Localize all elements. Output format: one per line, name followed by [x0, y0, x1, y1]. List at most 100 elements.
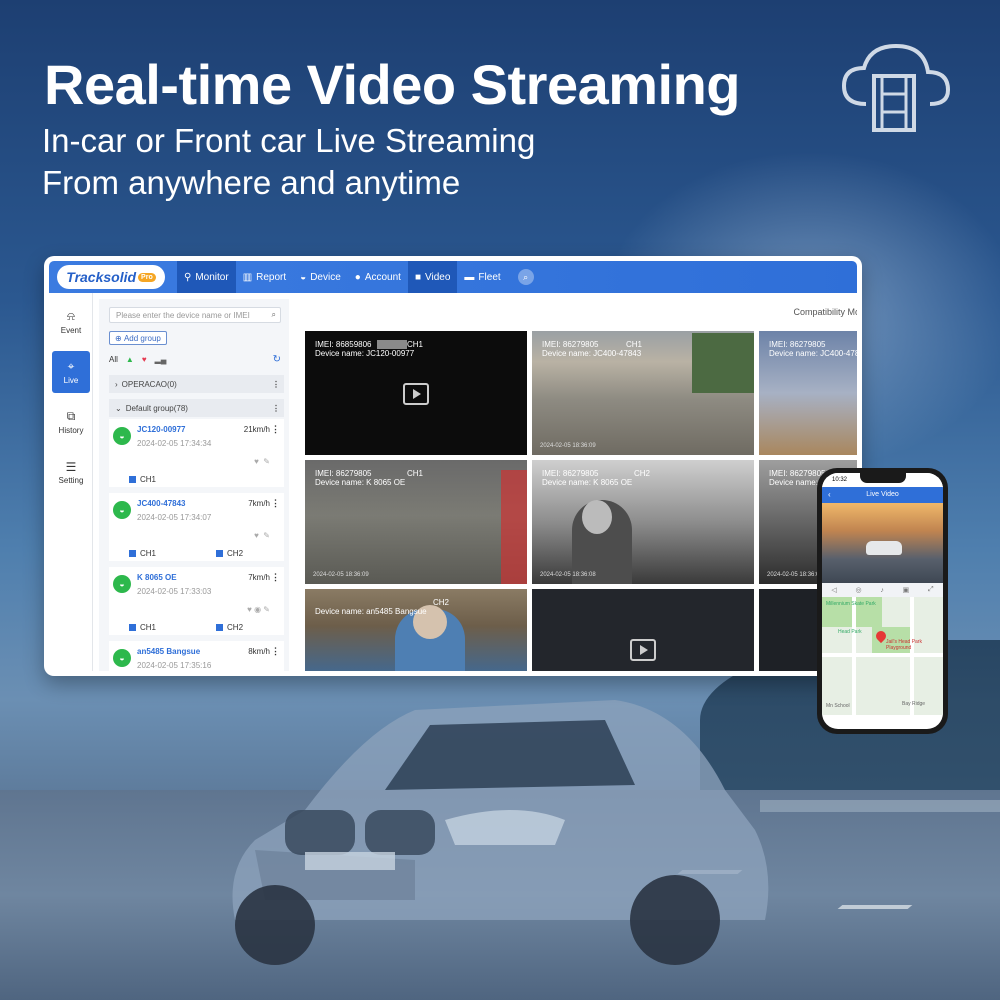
- nav-monitor[interactable]: ⚲ Monitor: [177, 261, 236, 293]
- sidebar-item-history[interactable]: ⧉ History: [49, 401, 93, 443]
- group-row-default[interactable]: ⌄ Default group(78) ⋮: [109, 399, 284, 417]
- group-label: Default group(78): [125, 403, 188, 413]
- group-row-operacao[interactable]: › OPERACAO(0) ⋮: [109, 375, 284, 393]
- road-line: [837, 905, 913, 909]
- phone-mockup: 10:32 ‹ Live Video ◁ ◎ ♪ ▣ ⤢ Millennium …: [817, 468, 948, 734]
- sidebar-item-setting[interactable]: ☰ Setting: [49, 451, 93, 493]
- tile-device-name: Device name: JC120-00977: [315, 349, 415, 358]
- channel-checkbox[interactable]: CH2: [216, 623, 243, 632]
- app-window: Tracksolid Pro ⚲ Monitor ▥ Report ◒ Device …: [44, 256, 862, 676]
- nav-label: Report: [256, 271, 287, 283]
- channel-checkbox[interactable]: CH1: [129, 549, 156, 558]
- heart-icon[interactable]: ♥: [142, 355, 147, 364]
- channel-list: CH1 CH2: [129, 549, 279, 558]
- device-name[interactable]: JC120-00977: [137, 425, 185, 434]
- filter-all[interactable]: All: [109, 355, 118, 364]
- left-sidebar: ⍾ Event ⌖ Live ⧉ History ☰ Setting: [49, 293, 93, 671]
- device-speed: 8km/h: [248, 647, 270, 656]
- nav-label: Fleet: [478, 271, 501, 283]
- tile-device-name: Device name: K 8065 OE: [542, 478, 633, 487]
- more-icon[interactable]: ⋮: [271, 498, 280, 509]
- play-icon[interactable]: [403, 383, 429, 405]
- phone-map[interactable]: Millennium Skate Park Head Park Jail's H…: [822, 597, 943, 715]
- channel-checkbox[interactable]: CH2: [216, 549, 243, 558]
- video-tile[interactable]: [532, 589, 754, 671]
- play-icon[interactable]: [630, 639, 656, 661]
- phone-live-video[interactable]: [822, 503, 943, 583]
- device-search-input[interactable]: Please enter the device name or IMEI ⌕: [109, 307, 281, 323]
- tile-timestamp: 2024-02-05 18:36:08: [767, 572, 823, 578]
- video-tile[interactable]: IMEI: 86279805 CH2 Device name: K 8065 O…: [532, 460, 754, 584]
- refresh-icon[interactable]: ↻: [273, 354, 281, 365]
- video-tile[interactable]: IMEI: 86279805 Device name: JC400-4784: [759, 331, 862, 455]
- video-tile[interactable]: IMEI: 86859806 CH1 Device name: JC120-00…: [305, 331, 527, 455]
- phone-header: ‹ Live Video: [822, 487, 943, 503]
- chevron-down-icon: ⌄: [115, 403, 122, 413]
- more-icon[interactable]: ⋮: [272, 404, 280, 413]
- nav-device[interactable]: ◒ Device: [293, 261, 348, 293]
- device-name[interactable]: an5485 Bangsue: [137, 647, 200, 656]
- phone-header-title: Live Video: [866, 491, 899, 498]
- more-icon[interactable]: ⋮: [271, 646, 280, 657]
- app-logo[interactable]: Tracksolid Pro: [57, 265, 165, 289]
- tile-imei: IMEI: 86279805: [542, 340, 599, 349]
- tile-device-name: Device name: JC400-4784: [769, 349, 862, 358]
- device-card[interactable]: ◒ JC400-47843 2024-02-05 17:34:07 7km/h …: [109, 493, 284, 561]
- device-card[interactable]: ◒ an5485 Bangsue 2024-02-05 17:35:16 8km…: [109, 641, 284, 671]
- search-icon: ⌕: [271, 310, 276, 319]
- mic-icon[interactable]: ♪: [880, 587, 884, 594]
- map-label: Mn School: [826, 703, 850, 709]
- sidebar-item-live[interactable]: ⌖ Live: [52, 351, 90, 393]
- device-speed: 21km/h: [243, 425, 270, 434]
- device-name[interactable]: K 8065 OE: [137, 573, 177, 582]
- more-icon[interactable]: ⋮: [271, 572, 280, 583]
- nav-video[interactable]: ■ Video: [407, 261, 458, 293]
- device-actions[interactable]: ♥ ◉ ✎: [247, 605, 270, 614]
- more-icon[interactable]: ⋮: [271, 424, 280, 435]
- device-card[interactable]: ◒ JC120-00977 2024-02-05 17:34:34 21km/h…: [109, 419, 284, 487]
- tile-device-name: Device name: an5485 Bangsue: [315, 607, 427, 616]
- channel-checkbox[interactable]: CH1: [129, 623, 156, 632]
- car-icon: ◒: [300, 271, 307, 283]
- guardrail: [760, 800, 1000, 812]
- nav-fleet[interactable]: ▬ Fleet: [457, 261, 507, 293]
- more-icon[interactable]: ⋮: [272, 380, 280, 389]
- camera-icon[interactable]: ◎: [856, 586, 862, 594]
- back-icon[interactable]: ‹: [828, 487, 831, 503]
- nav-label: Device: [310, 271, 341, 283]
- device-time: 2024-02-05 17:34:07: [137, 513, 212, 522]
- user-icon: ●: [354, 271, 361, 283]
- video-tile[interactable]: CH2 Device name: an5485 Bangsue: [305, 589, 527, 671]
- nav-account[interactable]: ● Account: [348, 261, 408, 293]
- map-label: Millennium Skate Park: [826, 601, 876, 607]
- nav-report[interactable]: ▥ Report: [236, 261, 293, 293]
- fullscreen-icon[interactable]: ⤢: [928, 586, 934, 594]
- arrow-up-icon[interactable]: ▲: [126, 355, 134, 364]
- device-actions[interactable]: ♥ ✎: [254, 531, 270, 540]
- map-road: [852, 597, 856, 715]
- compatibility-mode-toggle[interactable]: Compatibility Mod: [793, 307, 857, 317]
- device-card[interactable]: ◒ K 8065 OE 2024-02-05 17:33:03 7km/h ⋮ …: [109, 567, 284, 635]
- red-shape: [501, 470, 527, 584]
- search-icon[interactable]: ⌕: [517, 269, 534, 285]
- add-group-button[interactable]: ⊕ Add group: [109, 331, 167, 345]
- tile-device-name: Device name: JC400-47843: [542, 349, 642, 358]
- sidebar-label: Setting: [58, 475, 84, 485]
- phone-video-toolbar: ◁ ◎ ♪ ▣ ⤢: [822, 583, 943, 597]
- bar-chart-icon: ▥: [242, 271, 253, 283]
- phone-notch: [860, 473, 906, 483]
- signal-icon[interactable]: ▂▄: [155, 355, 167, 364]
- volume-icon[interactable]: ◁: [831, 586, 836, 594]
- car-shape: [866, 541, 902, 555]
- channel-checkbox[interactable]: CH1: [129, 475, 156, 484]
- car-icon: ◒: [113, 649, 131, 667]
- video-tile[interactable]: IMEI: 86279805 CH1 Device name: JC400-47…: [532, 331, 754, 455]
- record-icon[interactable]: ▣: [903, 586, 910, 594]
- history-icon: ⧉: [66, 409, 76, 423]
- sidebar-item-event[interactable]: ⍾ Event: [49, 301, 93, 343]
- hero-title: Real-time Video Streaming: [44, 53, 741, 116]
- cloud-video-icon: [841, 43, 951, 132]
- device-name[interactable]: JC400-47843: [137, 499, 185, 508]
- video-tile[interactable]: IMEI: 86279805 CH1 Device name: K 8065 O…: [305, 460, 527, 584]
- device-actions[interactable]: ♥ ✎: [254, 457, 270, 466]
